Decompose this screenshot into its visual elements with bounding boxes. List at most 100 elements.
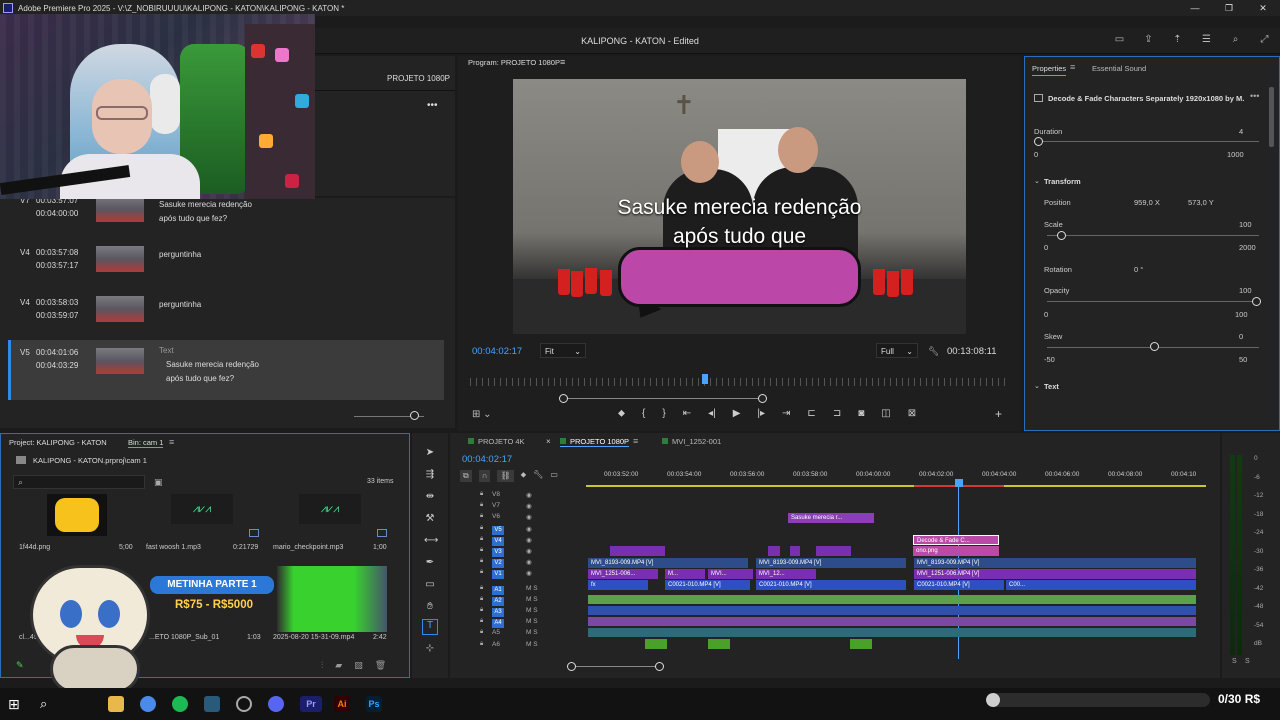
timeline-clip[interactable]: M... bbox=[665, 569, 705, 579]
track-label[interactable]: A3 bbox=[492, 608, 504, 617]
program-playhead[interactable] bbox=[702, 374, 709, 384]
menu-icon[interactable]: ≡ bbox=[633, 436, 638, 446]
menu-icon[interactable]: ≡ bbox=[169, 437, 174, 447]
more-options-icon[interactable]: ••• bbox=[427, 100, 438, 111]
opacity-value[interactable]: 100 bbox=[1239, 286, 1252, 295]
new-item-icon[interactable]: ▧ bbox=[354, 660, 363, 671]
add-marker-icon[interactable]: ⬥ bbox=[521, 470, 527, 482]
mic-icon[interactable]: M S bbox=[526, 607, 538, 614]
caption-row[interactable]: V4 00:03:58:03 00:03:59:07 perguntinha bbox=[8, 296, 444, 344]
step-forward-icon[interactable]: |▸ bbox=[757, 408, 765, 419]
export-icon[interactable]: ⇡ bbox=[1170, 34, 1185, 47]
export-frame-icon[interactable]: ◙ bbox=[858, 408, 864, 419]
mark-in-icon[interactable]: { bbox=[642, 408, 645, 419]
visibility-eye-icon[interactable]: ◉ bbox=[526, 547, 532, 555]
go-to-in-icon[interactable]: ⇤ bbox=[683, 408, 691, 419]
insert-icon[interactable]: ⊏ bbox=[807, 408, 815, 419]
timeline-timecode[interactable]: 00:04:02:17 bbox=[462, 454, 512, 465]
timeline-clip[interactable]: MVI_8193-009.MP4 [V] bbox=[914, 558, 1196, 568]
timeline-clip[interactable]: C00... bbox=[1006, 580, 1196, 590]
timeline-scrollbar[interactable] bbox=[571, 666, 661, 667]
program-tab[interactable]: Program: PROJETO 1080P bbox=[468, 58, 560, 67]
lock-icon[interactable]: 🔒︎ bbox=[480, 491, 483, 498]
track-label[interactable]: A5 bbox=[492, 629, 500, 636]
quality-select[interactable]: Full ⌄ bbox=[876, 343, 918, 358]
search-icon[interactable]: ⌕ bbox=[1228, 34, 1243, 47]
app-icon[interactable] bbox=[204, 696, 220, 712]
duration-value[interactable]: 4 bbox=[1239, 127, 1243, 136]
track-label[interactable]: V3 bbox=[492, 548, 504, 557]
add-marker-icon[interactable]: ⬥ bbox=[618, 408, 625, 419]
mark-out-icon[interactable]: } bbox=[662, 408, 665, 419]
timeline-clip[interactable] bbox=[708, 639, 730, 649]
timeline-clip[interactable] bbox=[768, 546, 780, 556]
opacity-slider[interactable] bbox=[1252, 297, 1261, 306]
item-thumb-thumbsup[interactable] bbox=[47, 494, 107, 536]
timeline-clip[interactable] bbox=[645, 639, 667, 649]
trash-icon[interactable]: 🗑︎ bbox=[375, 660, 386, 671]
text-section[interactable]: Text bbox=[1044, 382, 1059, 391]
slip-tool-icon[interactable]: ⟷ bbox=[424, 535, 438, 547]
mic-icon[interactable]: M S bbox=[526, 618, 538, 625]
new-bin-icon[interactable]: ▣ bbox=[154, 477, 163, 488]
lock-icon[interactable]: 🔒︎ bbox=[480, 629, 483, 636]
chevron-down-icon[interactable]: ⌄ bbox=[1034, 177, 1040, 185]
new-bin-icon[interactable]: ▰ bbox=[335, 660, 342, 671]
share-icon[interactable]: ⇪ bbox=[1141, 34, 1156, 47]
tab-sequence-mvi[interactable]: MVI_1252-001 bbox=[662, 437, 721, 446]
captions-icon[interactable]: ▭ bbox=[550, 470, 558, 482]
nest-toggle-icon[interactable]: ⧉ bbox=[460, 470, 472, 482]
caption-row[interactable]: V7 00:03:57:07 00:04:00:00 Sasuke mereci… bbox=[8, 196, 444, 244]
freeform-view-icon[interactable]: ⫶ bbox=[321, 660, 323, 671]
timeline-clip[interactable]: MVI_8193-009.MP4 [V] bbox=[756, 558, 906, 568]
timeline-clip[interactable] bbox=[610, 546, 665, 556]
timeline-clip[interactable]: MVI... bbox=[708, 569, 753, 579]
timeline-ruler[interactable]: 00:03:52:00 00:03:54:00 00:03:56:00 00:03:5… bbox=[586, 471, 1206, 491]
lock-icon[interactable]: 🔒︎ bbox=[480, 558, 483, 565]
caption-tool-icon[interactable]: ⊹ bbox=[424, 643, 436, 655]
track-label[interactable]: V2 bbox=[492, 559, 504, 569]
fullscreen-icon[interactable]: ⤢ bbox=[1257, 34, 1272, 47]
caption-row[interactable]: V4 00:03:57:08 00:03:57:17 perguntinha bbox=[8, 246, 444, 294]
lock-icon[interactable]: 🔒︎ bbox=[480, 607, 483, 614]
visibility-eye-icon[interactable]: ◉ bbox=[526, 558, 532, 566]
rotation-value[interactable]: 0 ° bbox=[1134, 265, 1143, 274]
snap-icon[interactable]: ∩ bbox=[478, 470, 491, 482]
tab-sequence-1080p[interactable]: PROJETO 1080P bbox=[560, 437, 630, 447]
maximize-button[interactable]: ❐ bbox=[1212, 0, 1246, 16]
panel-layout-icon[interactable]: ▭ bbox=[1112, 34, 1127, 47]
track-label[interactable]: V8 bbox=[492, 491, 500, 498]
scale-value[interactable]: 100 bbox=[1239, 220, 1252, 229]
program-timecode[interactable]: 00:04:02:17 bbox=[472, 346, 522, 357]
visibility-eye-icon[interactable]: ◉ bbox=[526, 569, 532, 577]
audio-waveform-thumb[interactable]: ⩘⩗⩘ bbox=[299, 494, 361, 524]
go-to-out-icon[interactable]: ⇥ bbox=[782, 408, 790, 419]
tab-project[interactable]: Project: KALIPONG - KATON bbox=[9, 438, 107, 447]
tab-sequence-4k[interactable]: PROJETO 4K bbox=[468, 437, 525, 446]
lock-icon[interactable]: 🔒︎ bbox=[480, 547, 483, 554]
scroll-right-handle[interactable] bbox=[758, 394, 767, 403]
scale-slider[interactable] bbox=[1057, 231, 1067, 240]
comparison-view-icon[interactable]: ◫ bbox=[881, 408, 890, 419]
chrome-icon[interactable] bbox=[140, 696, 156, 712]
close-icon[interactable]: × bbox=[546, 437, 551, 446]
type-tool-icon[interactable]: T bbox=[422, 619, 438, 635]
zoom-scrollbar[interactable] bbox=[564, 398, 764, 399]
timeline-clip[interactable]: fx bbox=[588, 580, 648, 590]
caption-zoom-slider[interactable] bbox=[410, 411, 419, 420]
close-button[interactable]: ✕ bbox=[1246, 0, 1280, 16]
position-y-value[interactable]: 573,0 Y bbox=[1188, 198, 1214, 207]
lock-icon[interactable]: 🔒︎ bbox=[480, 525, 483, 532]
zoom-select[interactable]: Fit ⌄ bbox=[540, 343, 586, 358]
lock-icon[interactable]: 🔒︎ bbox=[480, 618, 483, 625]
track-select-tool-icon[interactable]: ⇶ bbox=[424, 469, 436, 481]
lock-icon[interactable]: 🔒︎ bbox=[480, 596, 483, 603]
track-label[interactable]: V4 bbox=[492, 536, 504, 546]
visibility-eye-icon[interactable]: ◉ bbox=[526, 513, 532, 521]
video-preview[interactable]: ✝ Sasuke merecia redenção após tudo que bbox=[513, 79, 966, 334]
lock-icon[interactable]: 🔒︎ bbox=[480, 502, 483, 509]
search-input[interactable]: ⌕ bbox=[13, 475, 145, 489]
proxy-toggle-icon[interactable]: ⊠ bbox=[908, 408, 916, 419]
step-back-icon[interactable]: ◂| bbox=[708, 408, 716, 419]
obs-icon[interactable] bbox=[236, 696, 252, 712]
